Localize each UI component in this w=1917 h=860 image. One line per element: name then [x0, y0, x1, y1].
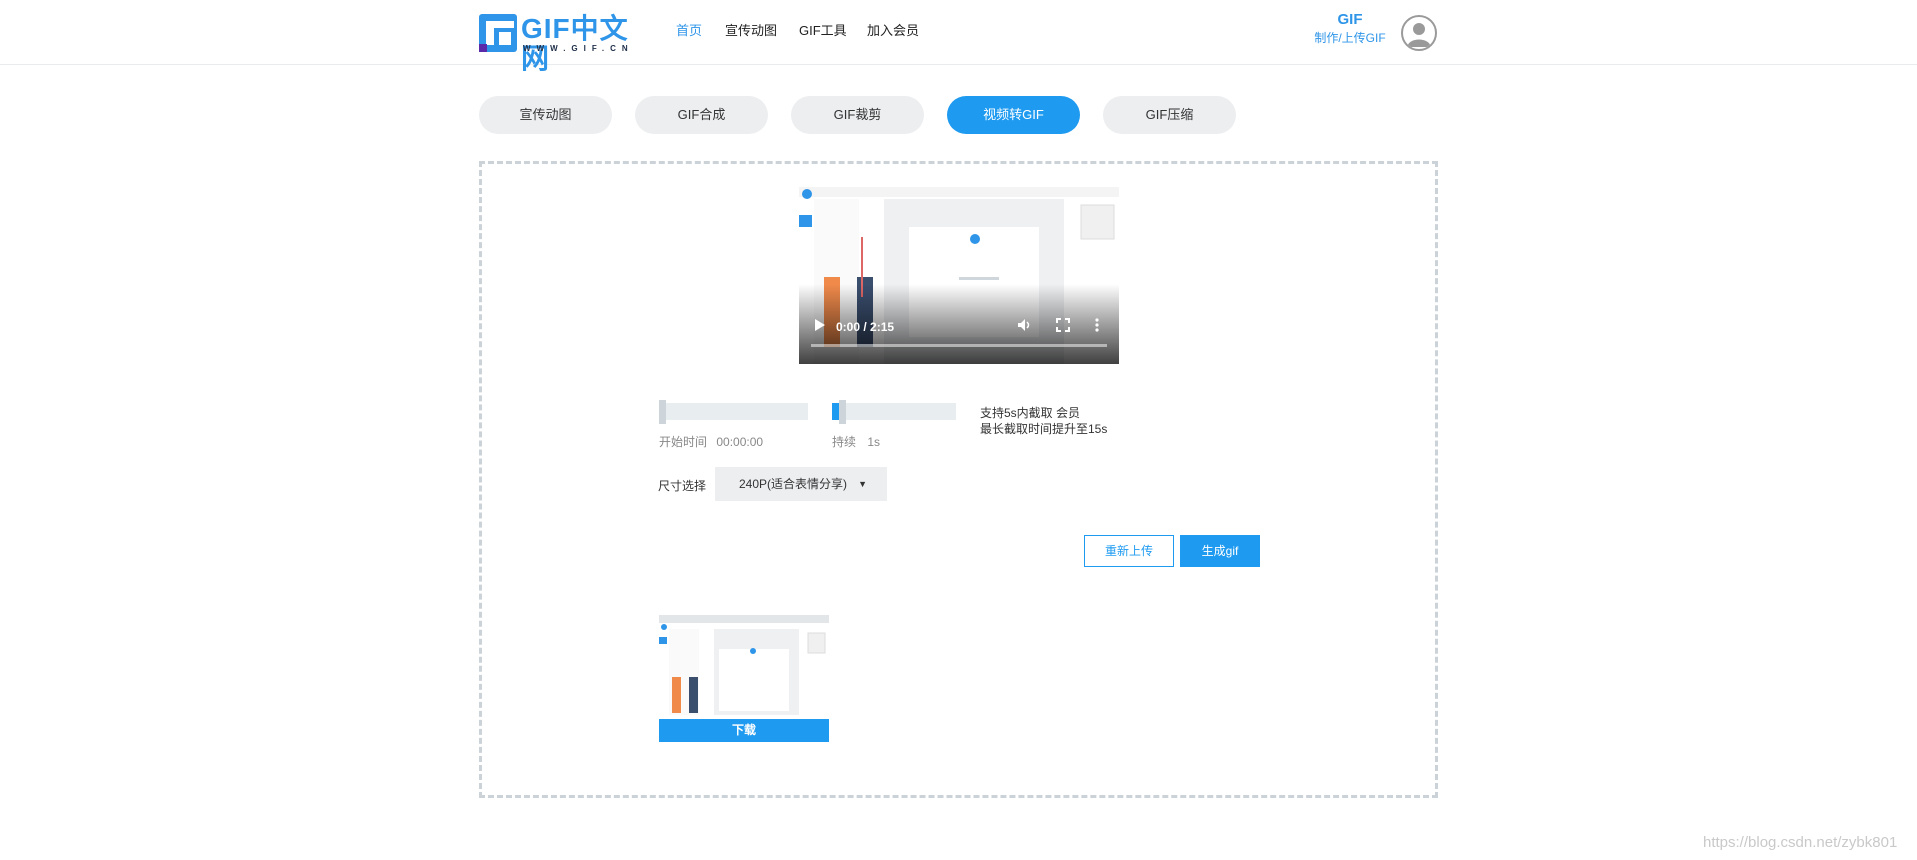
gif-result-card: 下载 — [659, 615, 829, 742]
start-time-label-group: 开始时间 00:00:00 — [659, 433, 763, 450]
gif-badge-subtitle: 制作/上传GIF — [1314, 31, 1386, 45]
nav-gif-tools[interactable]: GIF工具 — [799, 23, 847, 39]
tab-video-to-gif[interactable]: 视频转GIF — [947, 96, 1080, 134]
tab-gif-merge[interactable]: GIF合成 — [635, 96, 768, 134]
size-select-dropdown[interactable]: 240P(适合表情分享) ▼ — [715, 467, 887, 501]
member-note: 支持5s内截取 会员 — [980, 406, 1081, 420]
logo-icon — [479, 14, 517, 52]
nav-promo-gifs[interactable]: 宣传动图 — [725, 23, 777, 39]
duration-label-group: 持续 1s — [832, 433, 880, 450]
nav-home[interactable]: 首页 — [676, 23, 702, 39]
video-player[interactable]: 0:00 / 2:15 — [799, 187, 1119, 364]
chevron-down-icon: ▼ — [858, 479, 867, 489]
duration-slider[interactable] — [832, 400, 956, 424]
site-header: GIF中文网 WWW.GIF.CN 首页 宣传动图 GIF工具 加入会员 GIF… — [0, 0, 1917, 74]
start-time-slider[interactable] — [659, 400, 808, 424]
volume-icon[interactable] — [1017, 318, 1033, 332]
generate-gif-button[interactable]: 生成gif — [1180, 535, 1260, 567]
play-icon[interactable] — [813, 318, 827, 332]
download-button[interactable]: 下载 — [659, 719, 829, 742]
member-limit-note: 最长截取时间提升至15s — [980, 422, 1108, 436]
site-logo[interactable]: GIF中文网 WWW.GIF.CN — [479, 14, 634, 74]
user-icon — [1407, 23, 1431, 47]
logo-subtitle: WWW.GIF.CN — [523, 44, 634, 53]
tab-gif-compress[interactable]: GIF压缩 — [1103, 96, 1236, 134]
tab-gif-crop[interactable]: GIF裁剪 — [791, 96, 924, 134]
upload-gif-link[interactable]: GIF 制作/上传GIF — [1310, 12, 1390, 46]
size-select-label: 尺寸选择 — [658, 479, 707, 493]
duration-value: 1s — [867, 435, 881, 449]
start-time-value: 00:00:00 — [716, 435, 764, 449]
duration-label: 持续 — [832, 435, 857, 449]
gif-result-preview — [659, 615, 829, 719]
more-options-icon[interactable] — [1094, 318, 1100, 332]
reupload-button[interactable]: 重新上传 — [1084, 535, 1174, 567]
nav-join-member[interactable]: 加入会员 — [867, 23, 919, 39]
watermark-text: https://blog.csdn.net/zybk801 — [1703, 834, 1898, 851]
video-time: 0:00 / 2:15 — [836, 320, 895, 334]
fullscreen-icon[interactable] — [1056, 318, 1070, 332]
start-time-label: 开始时间 — [659, 435, 708, 449]
start-time-handle[interactable] — [659, 400, 666, 424]
tab-promo-gif[interactable]: 宣传动图 — [479, 96, 612, 134]
gif-badge-title: GIF — [1337, 11, 1363, 28]
user-avatar[interactable] — [1401, 15, 1437, 51]
duration-handle[interactable] — [839, 400, 846, 424]
gif-preview-image — [659, 615, 829, 719]
video-progress-bar[interactable] — [811, 344, 1107, 347]
size-select-value: 240P(适合表情分享) — [739, 477, 848, 491]
